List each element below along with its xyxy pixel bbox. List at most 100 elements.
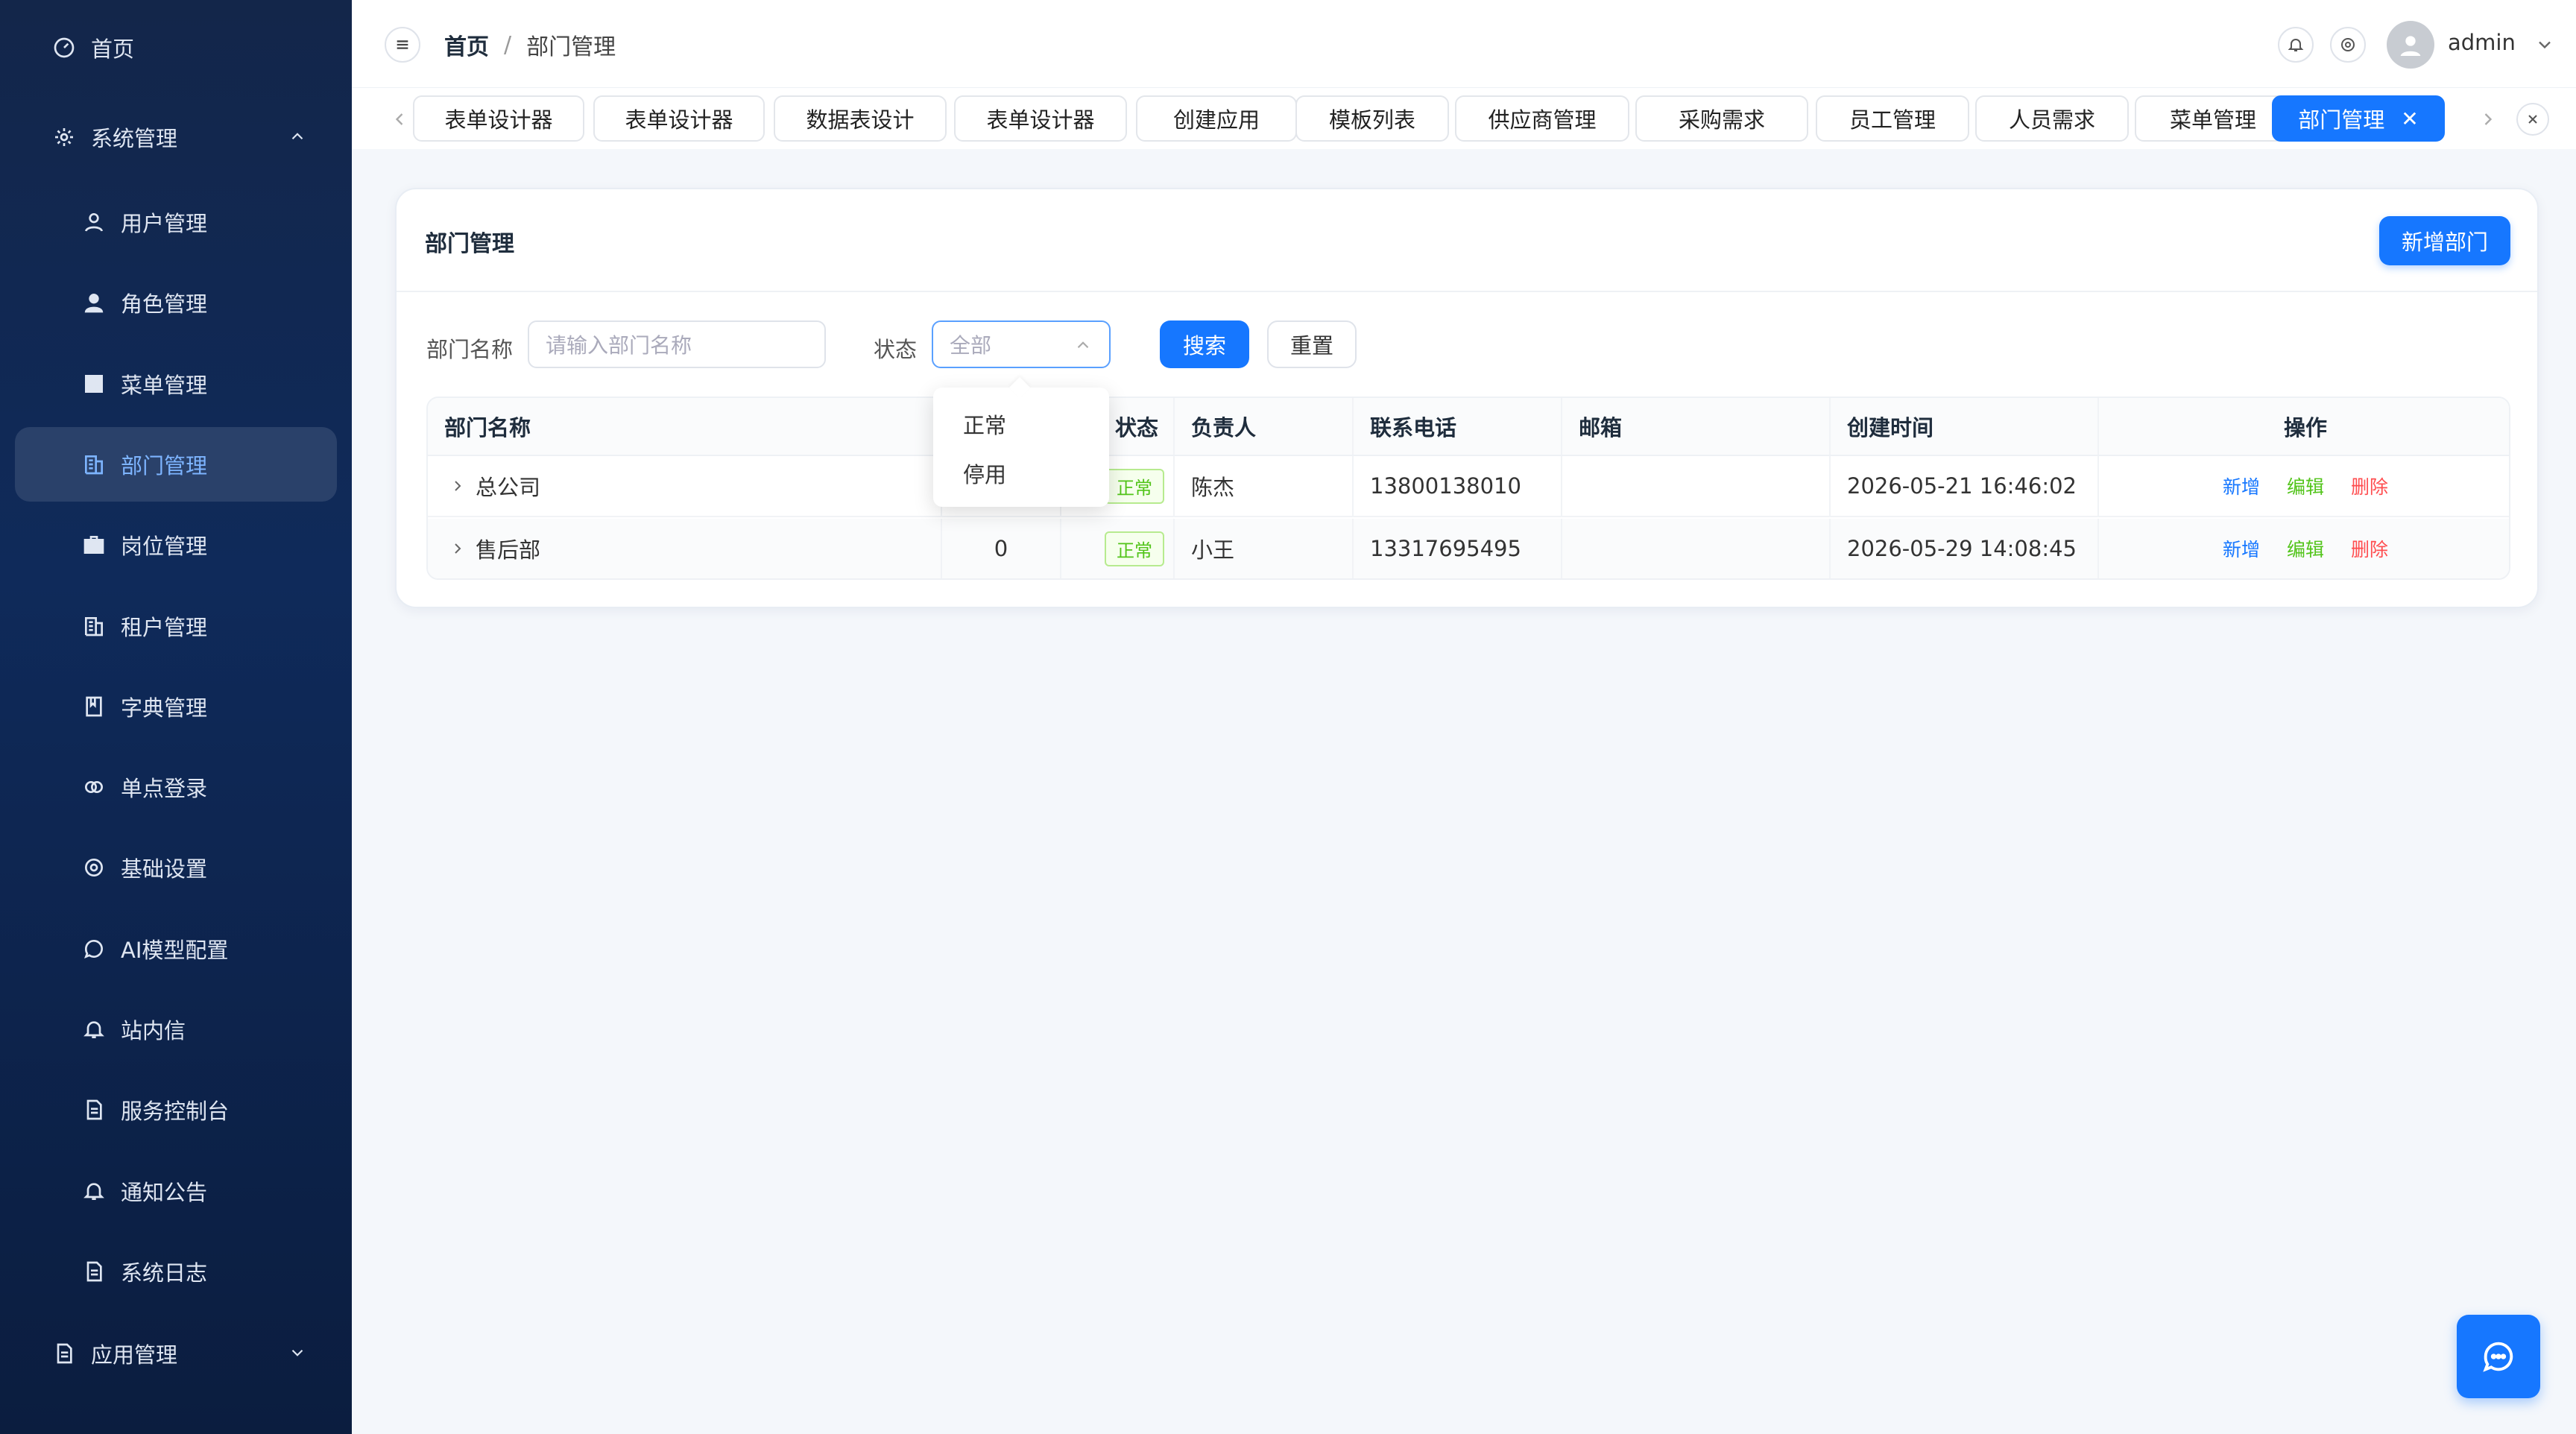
status-badge: 正常	[1105, 468, 1164, 504]
tab-6[interactable]: 模板列表	[1295, 95, 1449, 142]
sidebar-item-1[interactable]: 用户管理	[15, 185, 337, 259]
gear-icon	[80, 854, 107, 881]
sidebar-item-label: 系统日志	[121, 1260, 208, 1286]
tab-label: 创建应用	[1172, 107, 1260, 133]
close-icon[interactable]: ✕	[2401, 107, 2418, 131]
sidebar-item-label: 基础设置	[121, 856, 208, 882]
sidebar-item-label: AI模型配置	[121, 937, 229, 963]
add-department-button[interactable]: 新增部门	[2379, 216, 2510, 265]
sidebar-item-label: 站内信	[121, 1018, 186, 1043]
department-name: 售后部	[476, 537, 541, 563]
sidebar-item-10[interactable]: AI模型配置	[15, 912, 337, 986]
tab-3[interactable]: 数据表设计	[774, 95, 947, 142]
cell-actions: 新增 编辑 删除	[2099, 519, 2509, 578]
row-delete-button[interactable]: 删除	[2351, 535, 2388, 562]
status-option-normal[interactable]: 正常	[963, 408, 1006, 440]
tab-label: 菜单管理	[2169, 107, 2256, 133]
menu-toggle-button[interactable]	[385, 27, 420, 63]
status-option-disabled[interactable]: 停用	[963, 458, 1006, 489]
cell-created: 2026-05-21 16:46:02	[1831, 456, 2099, 516]
tab-12[interactable]: 部门管理 ✕	[2272, 95, 2445, 142]
sidebar-item-8[interactable]: 单点登录	[15, 750, 337, 824]
page-title: 部门管理	[425, 231, 514, 257]
row-add-button[interactable]: 新增	[2223, 473, 2260, 499]
sidebar-group-system[interactable]: 系统管理	[15, 100, 337, 174]
tab-7[interactable]: 供应商管理	[1455, 95, 1629, 142]
sidebar-item-11[interactable]: 站内信	[15, 992, 337, 1067]
reset-button[interactable]: 重置	[1267, 320, 1357, 368]
cell-email	[1562, 456, 1831, 516]
chat-assistant-button[interactable]	[2457, 1315, 2540, 1398]
row-add-button[interactable]: 新增	[2223, 535, 2260, 562]
row-delete-button[interactable]: 删除	[2351, 473, 2388, 499]
breadcrumb-home[interactable]: 首页	[444, 28, 489, 61]
tab-2[interactable]: 表单设计器	[593, 95, 765, 142]
tab-label: 人员需求	[2008, 107, 2095, 133]
tab-4[interactable]: 表单设计器	[954, 95, 1127, 142]
building-icon	[80, 613, 107, 639]
tab-9[interactable]: 员工管理	[1816, 95, 1969, 142]
breadcrumb-current: 部门管理	[526, 34, 616, 60]
department-card: 部门管理 新增部门 部门名称 请输入部门名称 状态 全部 搜索 重置 部门名称 …	[395, 188, 2539, 608]
cell-email	[1562, 519, 1831, 578]
search-button[interactable]: 搜索	[1160, 320, 1249, 368]
settings-button[interactable]	[2330, 27, 2366, 63]
breadcrumb-separator: /	[504, 31, 512, 58]
sidebar: 首页 系统管理 用户管理 角色管理 菜单管理 部门管理 岗位管理 租户管理字典管理单点登录…	[0, 0, 352, 1434]
notification-button[interactable]	[2278, 27, 2314, 63]
tab-11[interactable]: 菜单管理	[2135, 95, 2291, 142]
close-all-tabs-button[interactable]	[2516, 103, 2549, 136]
sidebar-group-app[interactable]: 应用管理	[15, 1316, 337, 1391]
sidebar-item-3[interactable]: 菜单管理	[15, 347, 337, 421]
tab-5[interactable]: 创建应用	[1136, 95, 1297, 142]
tab-label: 数据表设计	[806, 107, 915, 133]
tab-8[interactable]: 采购需求	[1635, 95, 1808, 142]
sidebar-item-home[interactable]: 首页	[15, 10, 337, 85]
chevron-right-icon[interactable]	[449, 477, 467, 495]
role-icon	[80, 289, 107, 316]
avatar[interactable]	[2387, 21, 2434, 69]
sidebar-item-7[interactable]: 字典管理	[15, 669, 337, 744]
bell-icon	[80, 1016, 107, 1043]
department-name: 总公司	[476, 475, 541, 500]
status-select[interactable]: 全部	[932, 320, 1111, 368]
sidebar-item-6[interactable]: 租户管理	[15, 589, 337, 663]
sidebar-item-14[interactable]: 系统日志	[15, 1234, 337, 1309]
tab-label: 供应商管理	[1488, 107, 1597, 133]
row-edit-button[interactable]: 编辑	[2287, 535, 2324, 562]
cell-name: 总公司	[428, 456, 942, 516]
document-icon	[80, 1258, 107, 1285]
breadcrumb: 首页 / 部门管理	[444, 28, 616, 61]
column-header: 部门名称	[428, 398, 942, 455]
tab-1[interactable]: 表单设计器	[413, 95, 584, 142]
sidebar-item-label: 字典管理	[121, 695, 208, 721]
sidebar-item-5[interactable]: 岗位管理	[15, 508, 337, 582]
building-icon	[80, 451, 107, 478]
sidebar-item-label: 单点登录	[121, 776, 208, 802]
row-edit-button[interactable]: 编辑	[2287, 473, 2324, 499]
sidebar-item-9[interactable]: 基础设置	[15, 830, 337, 905]
dashboard-icon	[51, 34, 78, 61]
department-table: 部门名称 状态 负责人 联系电话 邮箱 创建时间 操作 总公司 正常 陈杰 13800…	[426, 397, 2510, 580]
status-badge: 正常	[1105, 531, 1164, 566]
user-icon	[80, 209, 107, 236]
chevron-down-icon[interactable]	[2534, 34, 2555, 55]
sidebar-item-4[interactable]: 部门管理	[15, 426, 337, 502]
chevron-left-icon[interactable]	[389, 109, 410, 130]
gear-icon	[51, 124, 78, 151]
tab-label: 采购需求	[1678, 107, 1765, 133]
tab-10[interactable]: 人员需求	[1975, 95, 2129, 142]
column-header: 负责人	[1175, 398, 1354, 455]
hamburger-icon	[397, 40, 408, 49]
chevron-right-icon[interactable]	[449, 540, 467, 558]
cell-actions: 新增 编辑 删除	[2099, 456, 2509, 516]
department-name-input[interactable]: 请输入部门名称	[528, 320, 826, 368]
column-header: 联系电话	[1354, 398, 1562, 455]
sidebar-item-12[interactable]: 服务控制台	[15, 1073, 337, 1147]
username[interactable]: admin	[2448, 30, 2516, 55]
sidebar-item-2[interactable]: 角色管理	[15, 265, 337, 340]
tab-label: 表单设计器	[986, 107, 1095, 133]
sidebar-item-13[interactable]: 通知公告	[15, 1154, 337, 1228]
chevron-right-icon[interactable]	[2478, 109, 2498, 130]
sidebar-item-label: 服务控制台	[121, 1099, 230, 1125]
